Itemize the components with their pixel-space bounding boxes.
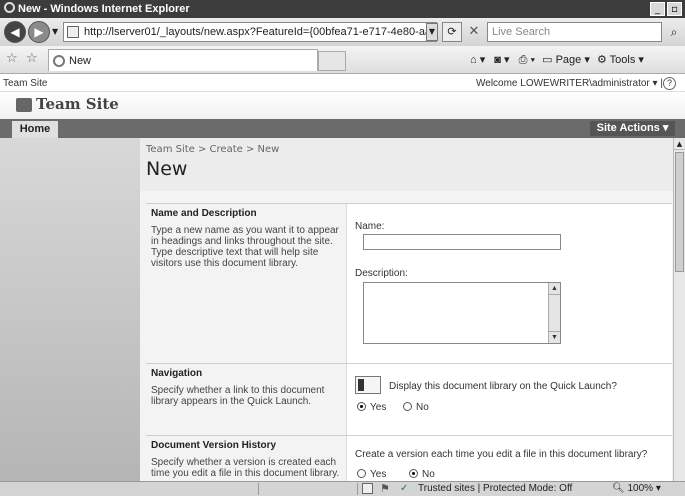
tab-label: New [69,55,92,67]
page-header: Team Site > Create > New New [140,138,673,191]
print-icon[interactable]: ⎙ ▾ [519,54,535,66]
new-tab-button[interactable] [318,51,346,71]
section-heading: Navigation [151,368,203,379]
page-scrollbar[interactable]: ▲ [673,138,685,481]
description-label: Description: [355,268,408,279]
security-zone[interactable]: Trusted sites | Protected Mode: Off [418,482,572,496]
home-icon[interactable]: ⌂ ▾ [470,54,485,66]
back-button[interactable]: ◀ [4,21,26,43]
page-menu[interactable]: ▭ Page ▾ [542,54,590,66]
page-icon [67,26,79,38]
forward-button[interactable]: ▶ [28,21,50,43]
section-description: Type a new name as you want it to appear… [151,225,339,269]
status-panes [258,483,358,495]
help-icon[interactable]: ? [663,77,676,90]
ie-page-icon [53,55,65,67]
description-textarea[interactable]: ▲ ▼ [363,282,561,344]
scroll-down-icon[interactable]: ▼ [549,331,560,343]
site-actions-label: Site Actions [596,122,660,134]
protected-mode-icon [362,483,373,494]
name-input[interactable] [363,234,561,250]
popup-icon: ⚑ [380,483,390,495]
window-title-bar: New - Windows Internet Explorer [0,0,685,18]
name-label: Name: [355,221,385,232]
address-dropdown-icon[interactable]: ▼ [426,23,438,41]
minimize-button[interactable]: _ [650,2,665,16]
radio-label: Yes [370,402,387,413]
section-description: Specify whether a link to this document … [151,385,325,407]
site-logo-icon [16,98,32,112]
section-heading: Name and Description [151,208,257,219]
site-title-row: Team Site [0,92,685,119]
history-dropdown-icon[interactable]: ▼ [52,27,58,36]
radio-icon [357,469,366,478]
version-yes-radio[interactable]: Yes [357,469,386,480]
stop-icon[interactable]: ✕ [465,22,483,42]
refresh-icon[interactable]: ⟳ [442,22,462,42]
command-bar: ⌂ ▾ ◙ ▾ ⎙ ▾ ▭ Page ▾ ⚙ Tools ▾ [470,50,685,70]
favorites-star-icon[interactable]: ☆ [6,51,18,66]
form-content: Name and Description Type a new name as … [140,191,673,481]
page-title: New [146,158,188,180]
tools-menu-label: Tools [609,54,636,66]
quick-launch-yes-radio[interactable]: Yes [357,402,386,413]
radio-label: No [416,402,429,413]
radio-label: No [422,469,435,480]
global-site-link[interactable]: Team Site [3,75,47,92]
welcome-text: Welcome LOWEWRITER\administrator [476,78,650,89]
version-history-section: Document Version History Specify whether… [146,435,672,481]
section-heading: Document Version History [151,440,277,451]
ie-logo-icon [4,2,15,13]
scroll-up-icon[interactable]: ▲ [674,138,685,150]
scroll-up-icon[interactable]: ▲ [549,283,560,295]
version-no-radio[interactable]: No [409,469,435,480]
scroll-thumb[interactable] [675,152,684,272]
quick-launch-question: Display this document library on the Qui… [389,381,617,392]
textarea-scrollbar[interactable]: ▲ ▼ [548,283,560,343]
site-title[interactable]: Team Site [36,95,119,113]
sharepoint-global-bar: Team Site Welcome LOWEWRITER\administrat… [0,75,685,92]
navigation-section: Navigation Specify whether a link to thi… [146,363,672,435]
home-tab[interactable]: Home [12,121,58,138]
window-title: New - Windows Internet Explorer [18,3,190,15]
zoom-level: 100% [627,483,654,494]
radio-icon [357,402,366,411]
search-icon[interactable]: ⌕ [665,22,683,42]
add-favorites-icon[interactable]: ☆ [26,51,38,66]
tools-menu[interactable]: ⚙ Tools ▾ [597,54,644,66]
radio-icon [409,469,418,478]
address-url: http://lserver01/_layouts/new.aspx?Featu… [84,26,437,38]
quick-launch-no-radio[interactable]: No [403,402,429,413]
top-navigation: Home Site Actions ▾ [0,119,685,138]
zoom-control[interactable]: 🔍︎ 100% ▾ [612,482,661,496]
favorites-tab-bar: ☆ ☆ New ⌂ ▾ ◙ ▾ ⎙ ▾ ▭ Page ▾ ⚙ Tools ▾ [0,46,685,74]
maximize-button[interactable]: ▫ [667,2,682,16]
page-menu-label: Page [555,54,582,66]
quick-launch-panel [0,138,140,481]
welcome-menu[interactable]: Welcome LOWEWRITER\administrator ▾ | [476,75,663,92]
quick-launch-icon [355,376,381,394]
radio-icon [403,402,412,411]
browser-tab[interactable]: New [48,49,318,71]
search-input[interactable]: Live Search [487,22,662,42]
radio-label: Yes [370,469,387,480]
section-description: Specify whether a version is created eac… [151,457,340,479]
feeds-icon[interactable]: ◙ ▾ [494,54,509,66]
breadcrumb[interactable]: Team Site > Create > New [146,144,279,155]
trusted-check-icon: ✓ [400,483,409,494]
address-toolbar: ◀ ▶ ▼ http://lserver01/_layouts/new.aspx… [0,18,685,46]
address-bar[interactable]: http://lserver01/_layouts/new.aspx?Featu… [63,22,437,42]
site-actions-menu[interactable]: Site Actions ▾ [590,121,675,136]
version-question: Create a version each time you edit a fi… [355,449,648,460]
status-bar: ⚑ ✓ Trusted sites | Protected Mode: Off … [0,481,685,496]
name-description-section: Name and Description Type a new name as … [146,203,672,363]
